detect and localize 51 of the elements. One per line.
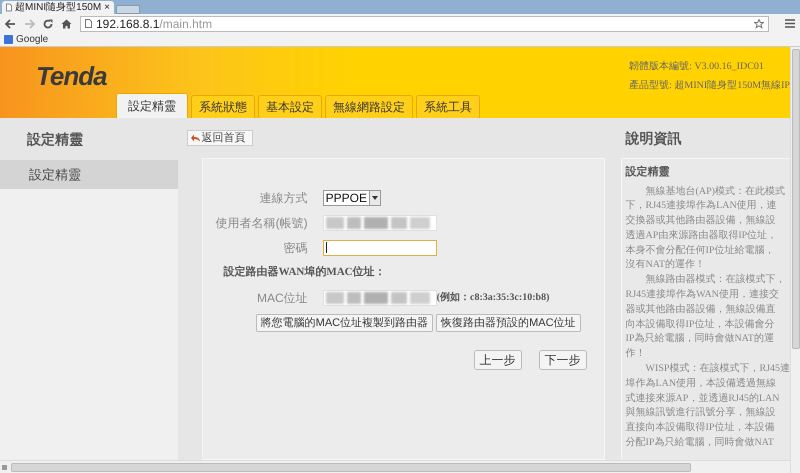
nav-tab[interactable]: 設定精靈 bbox=[116, 93, 188, 118]
dropdown-caret-icon bbox=[372, 196, 378, 200]
nav-tab[interactable]: 系統狀態 bbox=[191, 95, 255, 118]
new-tab-button[interactable] bbox=[116, 5, 140, 14]
horizontal-scrollbar[interactable] bbox=[0, 460, 790, 473]
address-bar[interactable]: 192.168.8.1/main.htm bbox=[80, 16, 769, 32]
field-label: 使用者名稱(帳號) bbox=[214, 214, 309, 232]
google-icon bbox=[4, 35, 13, 44]
page-icon bbox=[85, 19, 92, 28]
firmware-version: 韌體版本編號: V3.00.16_IDC01 bbox=[629, 60, 765, 74]
return-arrow-icon bbox=[190, 134, 201, 142]
bookmark-link[interactable]: Google bbox=[16, 34, 48, 44]
help-heading: 設定精靈 bbox=[626, 164, 671, 180]
section-heading: 設定路由器WAN埠的MAC位址： bbox=[224, 264, 386, 280]
back-home-button[interactable]: 返回首頁 bbox=[186, 130, 253, 146]
menu-icon[interactable] bbox=[785, 19, 795, 28]
step-button[interactable]: 下一步 bbox=[538, 350, 587, 370]
field-label: 密碼 bbox=[282, 240, 309, 256]
close-button[interactable]: × bbox=[104, 2, 110, 12]
password-field[interactable] bbox=[322, 240, 437, 256]
vertical-scrollbar[interactable] bbox=[790, 47, 800, 473]
mac-field[interactable] bbox=[322, 290, 437, 306]
browser-tab[interactable]: 超MINI隨身型150M × bbox=[2, 1, 114, 14]
help-paragraph: 無線路由器模式：在該模式下， RJ45連接埠作為WAN使用，連接交 器或其他路由器設備，無線設備直 向本設備取得IP位址，本設備會分 IP為只給電腦，同時會做NAT的運 作！ bbox=[626, 273, 787, 362]
help-title: 說明資訊 bbox=[626, 128, 682, 148]
mac-action-button[interactable]: 恢復路由器預設的MAC位址 bbox=[436, 314, 581, 332]
username-field[interactable] bbox=[322, 214, 437, 230]
star-icon[interactable] bbox=[754, 18, 764, 28]
tab-title: 超MINI隨身型150M bbox=[15, 2, 102, 12]
field-label: MAC位址 bbox=[256, 290, 309, 306]
mac-action-button[interactable]: 將您電腦的MAC位址複製到路由器 bbox=[256, 314, 434, 332]
nav-tab[interactable]: 系統工具 bbox=[416, 95, 480, 118]
nav-tab[interactable]: 無線網路設定 bbox=[325, 95, 413, 118]
reload-icon[interactable] bbox=[43, 18, 53, 28]
home-icon[interactable] bbox=[61, 18, 72, 28]
sidebar-item[interactable]: 設定精靈 bbox=[0, 160, 178, 189]
logo: Tenda bbox=[36, 63, 107, 89]
product-model: 產品型號: 超MINI隨身型150M無線IP bbox=[629, 78, 790, 93]
help-paragraph: WISP模式：在該模式下，RJ45連 埠作為LAN使用，本設備透過無線 式連接來源AP，並透過RJ45的LAN 與無線訊號進行訊號分享，無線設 直接向本設備取得IP位址，本設備 分配IP為只給電腦，同時會做NAT bbox=[626, 362, 790, 450]
forward-icon[interactable] bbox=[24, 18, 35, 28]
connection-select[interactable]: PPPOE bbox=[322, 190, 382, 206]
nav-tab[interactable]: 基本設定 bbox=[258, 95, 322, 118]
help-paragraph: 無線基地台(AP)模式：在此模式 下，RJ45連接埠作為LAN使用，連 交換器或其他路由器設備，無線設 透過AP由來源路由器取得IP位址， 本身不會分配任何IP位址給電腦， 沒有NAT的運作！ bbox=[626, 184, 786, 272]
text-caret bbox=[326, 242, 327, 253]
page-icon bbox=[6, 3, 12, 12]
step-button[interactable]: 上一步 bbox=[474, 350, 522, 370]
sidebar-title: 設定精靈 bbox=[27, 130, 83, 148]
field-label: 連線方式 bbox=[258, 190, 309, 206]
mac-example-hint: (例如：c8:3a:35:3c:10:b8) bbox=[436, 290, 550, 305]
url-text: 192.168.8.1/main.htm bbox=[96, 16, 212, 32]
back-icon[interactable] bbox=[5, 18, 16, 28]
